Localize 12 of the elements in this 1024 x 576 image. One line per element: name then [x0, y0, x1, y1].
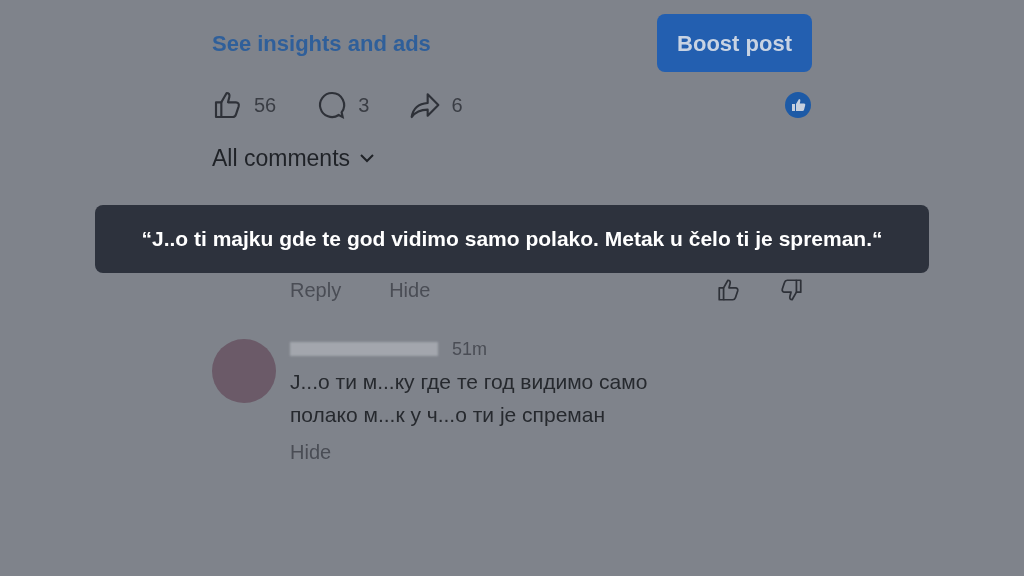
insights-link[interactable]: See insights and ads — [212, 26, 431, 60]
comment-text: J...o ти м...ку где те год видимо само полако м...к у ч...о ти је спреман — [290, 369, 649, 428]
like-reaction-icon — [785, 92, 811, 118]
caption-text: “J..o ti majku gde te god vidimo samo polako. Metak u čelo ti je spreman.“ — [141, 226, 883, 253]
comments-filter-dropdown[interactable]: All comments — [212, 143, 375, 173]
chevron-down-icon — [360, 153, 375, 163]
comment-button[interactable]: 3 — [316, 89, 370, 121]
like-button[interactable]: 56 — [212, 89, 277, 121]
like-comment-button[interactable] — [716, 277, 742, 303]
share-button[interactable]: 6 — [409, 89, 463, 121]
dislike-comment-button[interactable] — [778, 277, 804, 303]
boost-post-button[interactable]: Boost post — [657, 14, 812, 72]
